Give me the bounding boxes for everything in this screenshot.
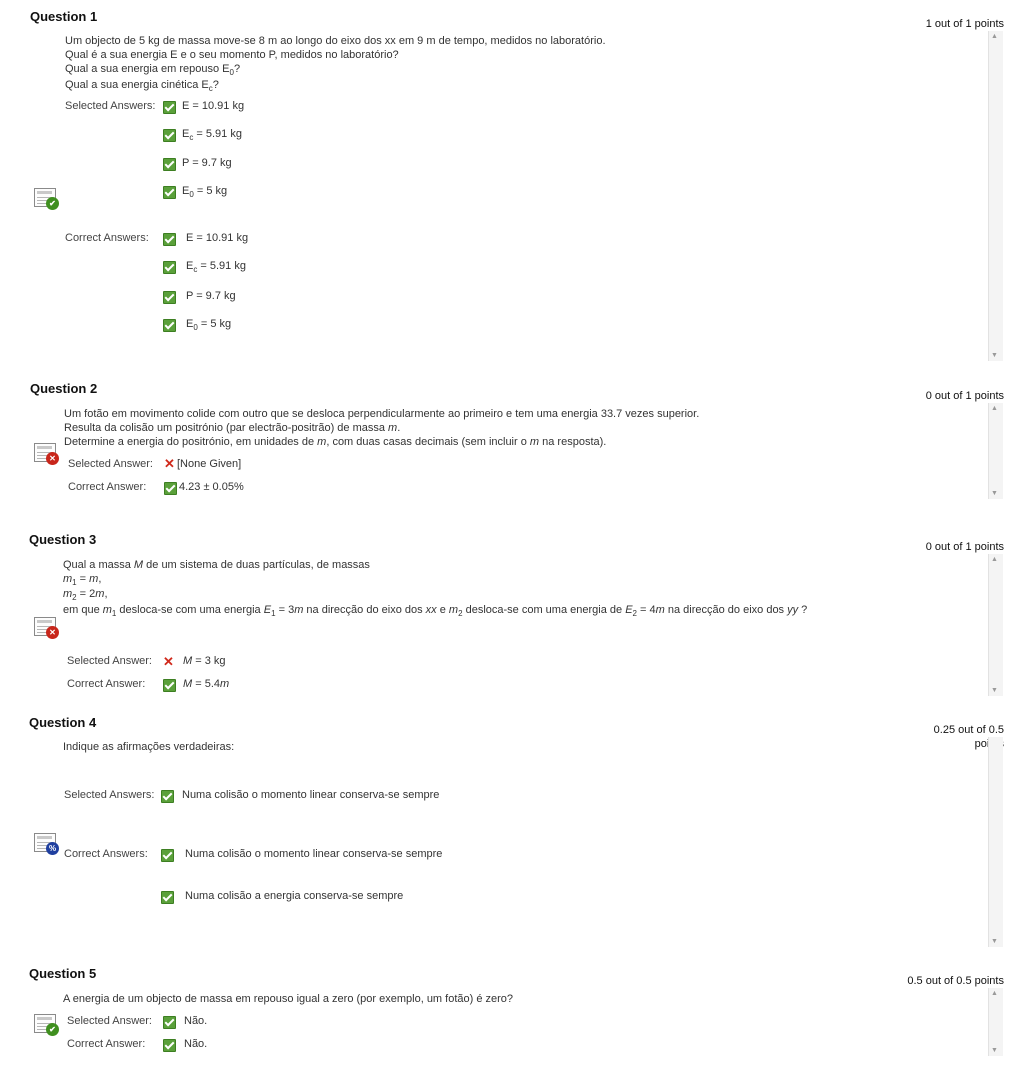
- correct-answer-4: E0 = 5 kg: [186, 318, 232, 332]
- selected-answer-4: E0 = 5 kg: [182, 185, 228, 199]
- grade-partial-icon: %: [34, 833, 60, 857]
- selected-answer-label: Selected Answer:: [67, 655, 152, 667]
- check-icon: [164, 482, 177, 495]
- grade-incorrect-icon: ✕: [34, 443, 60, 467]
- selected-answer-value: M = 3 kg: [183, 655, 226, 667]
- question-2-text-line-1: Um fotão em movimento colide com outro q…: [64, 408, 700, 420]
- correct-answer-1: Numa colisão o momento linear conserva-s…: [185, 848, 443, 860]
- check-icon: [163, 679, 176, 692]
- correct-answer-value: 4.23 ± 0.05%: [179, 481, 244, 493]
- grade-correct-icon: ✔: [34, 188, 60, 212]
- question-3-text-line-4: em que m1 desloca-se com uma energia E1 …: [63, 604, 808, 618]
- check-icon: [163, 261, 176, 274]
- question-1-text-line-1: Um objecto de 5 kg de massa move-se 8 m …: [65, 35, 606, 47]
- x-icon: ✕: [163, 654, 174, 669]
- scroll-down-arrow-icon[interactable]: ▼: [991, 352, 998, 359]
- scroll-down-arrow-icon[interactable]: ▼: [991, 1047, 998, 1054]
- check-icon: [163, 1016, 176, 1029]
- question-4-text: Indique as afirmações verdadeiras:: [63, 741, 235, 753]
- correct-answer-value: Não.: [184, 1038, 208, 1050]
- correct-answer-value: M = 5.4m: [183, 678, 230, 690]
- correct-answer-1: E = 10.91 kg: [186, 232, 249, 244]
- question-1-scrollbar[interactable]: ▲ ▼: [988, 31, 1003, 361]
- question-4-title: Question 4: [29, 715, 97, 730]
- question-1-text-line-3: Qual a sua energia em repouso E0?: [65, 63, 241, 77]
- x-icon: ✕: [164, 456, 175, 471]
- check-icon: [161, 849, 174, 862]
- scroll-up-arrow-icon[interactable]: ▲: [991, 405, 998, 412]
- question-3-text-line-3: m2 = 2m,: [63, 588, 108, 602]
- correct-answer-label: Correct Answer:: [68, 481, 147, 493]
- correct-answer-2: Numa colisão a energia conserva-se sempr…: [185, 890, 404, 902]
- selected-answers-label: Selected Answers:: [64, 789, 155, 801]
- scroll-down-arrow-icon[interactable]: ▼: [991, 490, 998, 497]
- question-5-text: A energia de um objecto de massa em repo…: [63, 993, 514, 1005]
- scroll-down-arrow-icon[interactable]: ▼: [991, 687, 998, 694]
- check-icon: [163, 233, 176, 246]
- scroll-up-arrow-icon[interactable]: ▲: [991, 990, 998, 997]
- question-2-title: Question 2: [30, 381, 98, 396]
- check-icon: [163, 129, 176, 142]
- selected-answer-value: [None Given]: [177, 458, 242, 470]
- question-1-text-line-4: Qual a sua energia cinética Ec?: [65, 79, 219, 93]
- selected-answers-label: Selected Answers:: [65, 100, 156, 112]
- correct-answer-label: Correct Answer:: [67, 1038, 146, 1050]
- check-icon: [163, 186, 176, 199]
- check-icon: [163, 1039, 176, 1052]
- question-2-score: 0 out of 1 points: [925, 390, 1004, 402]
- question-4-scrollbar[interactable]: ▼: [988, 737, 1003, 947]
- selected-answer-1: Numa colisão o momento linear conserva-s…: [182, 789, 440, 801]
- correct-answer-label: Correct Answer:: [67, 678, 146, 690]
- question-1-score: 1 out of 1 points: [925, 18, 1004, 30]
- question-3-text-line-2: m1 = m,: [63, 573, 102, 587]
- check-icon: [161, 891, 174, 904]
- scroll-up-arrow-icon[interactable]: ▲: [991, 33, 998, 40]
- selected-answer-label: Selected Answer:: [68, 458, 153, 470]
- question-3-score: 0 out of 1 points: [925, 541, 1004, 553]
- check-icon: [163, 291, 176, 304]
- question-2-text-line-3: Determine a energia do positrónio, em un…: [64, 436, 607, 448]
- question-1-text-line-2: Qual é a sua energia E e o seu momento P…: [65, 49, 399, 61]
- question-5-score: 0.5 out of 0.5 points: [907, 975, 1004, 987]
- correct-answer-3: P = 9.7 kg: [186, 290, 236, 302]
- correct-answer-2: Ec = 5.91 kg: [186, 260, 246, 274]
- selected-answer-1: E = 10.91 kg: [182, 100, 245, 112]
- question-3-text-line-1: Qual a massa M de um sistema de duas par…: [63, 559, 370, 571]
- question-2-scrollbar[interactable]: ▲ ▼: [988, 403, 1003, 499]
- check-icon: [163, 101, 176, 114]
- question-5-scrollbar[interactable]: ▲ ▼: [988, 988, 1003, 1056]
- check-icon: [161, 790, 174, 803]
- correct-answers-label: Correct Answers:: [64, 848, 148, 860]
- selected-answer-3: P = 9.7 kg: [182, 157, 232, 169]
- selected-answer-label: Selected Answer:: [67, 1015, 152, 1027]
- question-3-scrollbar[interactable]: ▲ ▼: [988, 554, 1003, 696]
- question-3-title: Question 3: [29, 532, 97, 547]
- question-1-title: Question 1: [30, 9, 98, 24]
- question-2-text-line-2: Resulta da colisão um positrónio (par el…: [64, 422, 401, 434]
- selected-answer-2: Ec = 5.91 kg: [182, 128, 242, 142]
- selected-answer-value: Não.: [184, 1015, 208, 1027]
- scroll-down-arrow-icon[interactable]: ▼: [991, 938, 998, 945]
- check-icon: [163, 158, 176, 171]
- grade-incorrect-icon: ✕: [34, 617, 60, 641]
- grade-correct-icon: ✔: [34, 1014, 60, 1038]
- question-5-title: Question 5: [29, 966, 97, 981]
- correct-answers-label: Correct Answers:: [65, 232, 149, 244]
- scroll-up-arrow-icon[interactable]: ▲: [991, 556, 998, 563]
- check-icon: [163, 319, 176, 332]
